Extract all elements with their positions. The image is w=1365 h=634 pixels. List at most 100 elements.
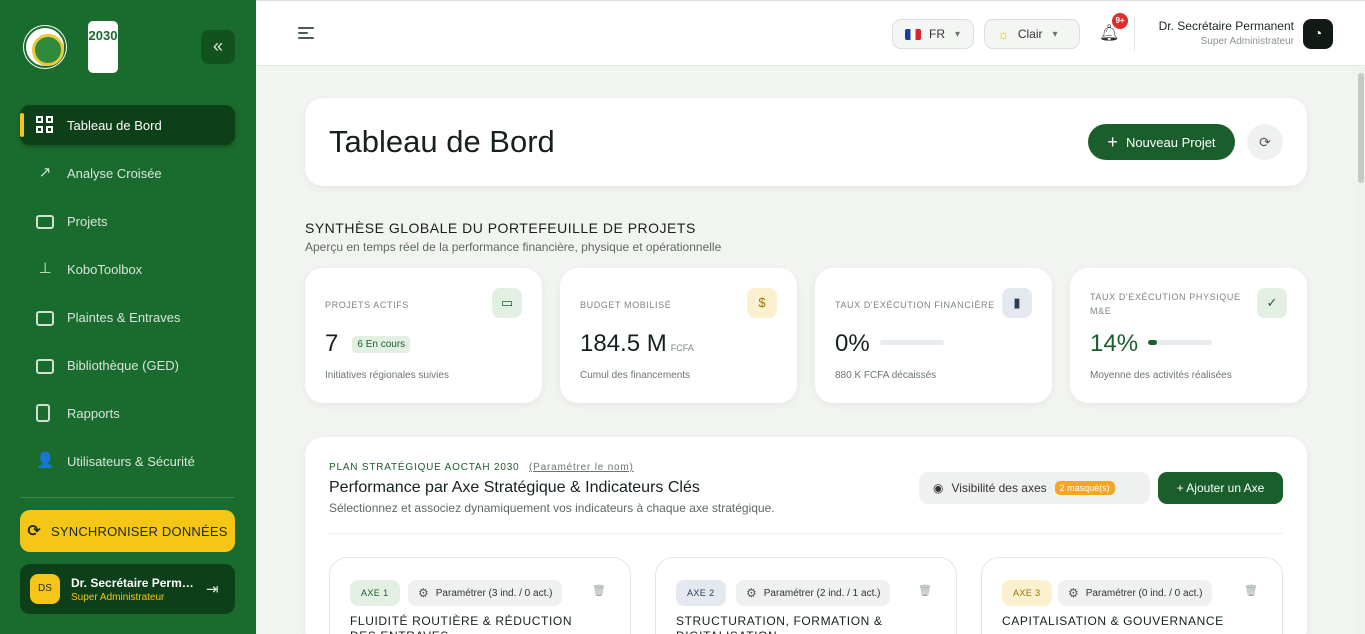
axis-settings-label: Paramétrer (3 ind. / 0 act.) [435,587,553,599]
logo-text: 2030 [88,28,118,43]
sidebar-item-label: Rapports [67,405,120,421]
language-value: FR [929,27,945,41]
sidebar-item-label: Bibliothèque (GED) [67,357,179,373]
eye-icon: ◉ [933,481,944,495]
axis-title: FLUIDITÉ ROUTIÈRE & RÉDUCTION DES ENTRAV… [350,614,573,634]
sidebar-item-label: Analyse Croisée [67,165,162,181]
page-title: Tableau de Bord [329,124,555,159]
sidebar-divider [20,497,235,498]
briefcase-icon [36,215,54,229]
chevron-down-icon: ▾ [1052,28,1058,40]
sync-data-button[interactable]: ⟳ SYNCHRONISER DONNÉES [20,510,235,552]
new-project-button[interactable]: + Nouveau Projet [1088,124,1235,160]
visibility-label: Visibilité des axes [951,481,1047,495]
progress-bar [879,340,944,345]
axis-settings-button[interactable]: ⚙ Paramétrer (0 ind. / 0 act.) [1058,580,1213,606]
rename-plan-link[interactable]: (Paramétrer le nom) [529,462,634,473]
axis-card-3: AXE 3 ⚙ Paramétrer (0 ind. / 0 act.) 🗑 C… [981,557,1283,634]
france-flag-icon [905,28,921,40]
axis-settings-button[interactable]: ⚙ Paramétrer (2 ind. / 1 act.) [736,580,891,606]
kpi-card-execution-financiere: TAUX D'EXÉCUTION FINANCIÈRE ▮ 0% 880 K F… [815,268,1052,403]
axis-title: CAPITALISATION & GOUVERNANCE [1002,614,1224,628]
user-avatar-icon[interactable]: ◔ [1303,19,1333,49]
sync-icon: ⟳ [27,523,41,540]
axes-section: PLAN STRATÉGIQUE AOCTAH 2030 (Paramétrer… [305,437,1307,634]
user-role: Super Administrateur [71,591,165,603]
sidebar-item-rapports[interactable]: Rapports [20,393,235,433]
theme-select[interactable]: ☼ Clair ▾ [984,19,1080,49]
axis-settings-label: Paramétrer (0 ind. / 0 act.) [1085,587,1203,599]
kpi-label: BUDGET MOBILISÉ [580,300,672,310]
axis-card-1: AXE 1 ⚙ Paramétrer (3 ind. / 0 act.) 🗑 F… [329,557,631,634]
status-badge: 6 En cours [352,336,411,353]
sidebar-item-utilisateurs[interactable]: 👤 Utilisateurs & Sécurité [20,441,235,481]
refresh-button[interactable]: ⟳ [1247,124,1283,160]
sidebar-item-kobotoolbox[interactable]: ⊥ KoboToolbox [20,249,235,289]
kpi-value: 184.5 M [580,330,667,357]
sidebar-item-analyse[interactable]: ↗ Analyse Croisée [20,153,235,193]
axes-visibility-button[interactable]: ◉ Visibilité des axes 2 masqué(s) [919,472,1150,504]
book-icon [36,358,54,374]
kpi-note: Initiatives régionales suivies [325,370,449,381]
plan-label: PLAN STRATÉGIQUE AOCTAH 2030 (Paramétrer… [329,462,634,473]
kpi-value: 0% [835,330,870,357]
sidebar-item-bibliotheque[interactable]: Bibliothèque (GED) [20,345,235,385]
sidebar-item-label: KoboToolbox [67,261,143,277]
axis-tag: AXE 3 [1002,580,1052,606]
language-select[interactable]: FR ▾ [892,19,974,49]
trash-icon[interactable]: 🗑 [592,584,606,597]
gear-icon: ⚙ [1068,586,1079,600]
axes-subtitle: Sélectionnez et associez dynamiquement v… [329,501,775,515]
add-axis-button[interactable]: + Ajouter un Axe [1158,472,1283,504]
kpi-value: 7 [325,330,339,357]
page-header-card: Tableau de Bord + Nouveau Projet ⟳ [305,98,1307,186]
aoctah-2030-logo: 2030 [88,21,118,73]
refresh-icon: ⟳ [1259,134,1271,150]
sidebar-item-projets[interactable]: Projets [20,201,235,241]
sidebar-item-dashboard[interactable]: Tableau de Bord [20,105,235,145]
topbar-user[interactable]: Dr. Secrétaire Permanent Super Administr… [1134,19,1294,47]
briefcase-icon: ▭ [492,288,522,318]
new-project-label: Nouveau Projet [1125,134,1216,150]
gear-icon: ⚙ [746,586,757,600]
sidebar-item-plaintes[interactable]: Plaintes & Entraves [20,297,235,337]
axis-settings-button[interactable]: ⚙ Paramétrer (3 ind. / 0 act.) [408,580,563,606]
kpi-unit: FCFA [670,343,694,353]
logout-icon[interactable]: ⇥ [206,580,219,598]
dollar-icon: $ [747,288,777,318]
topbar: FR ▾ ☼ Clair ▾ 🔔︎ 9+ Dr. Secrétaire Perm… [256,0,1365,66]
kpi-note: Moyenne des activités réalisées [1090,370,1232,381]
dashboard-grid-icon [36,116,54,134]
collapse-sidebar-button[interactable]: « [201,30,235,64]
plan-name: PLAN STRATÉGIQUE AOCTAH 2030 [329,462,520,473]
kpi-label: TAUX D'EXÉCUTION FINANCIÈRE [835,300,995,310]
map-icon [36,310,54,326]
users-icon: 👤 [36,452,55,469]
trash-icon[interactable]: 🗑 [918,584,932,597]
sidebar-item-label: Projets [67,213,108,229]
kpi-card-budget: BUDGET MOBILISÉ $ 184.5 M FCFA Cumul des… [560,268,797,403]
axis-title: STRUCTURATION, FORMATION & DIGITALISATIO… [676,614,883,634]
axis-tag: AXE 2 [676,580,726,606]
sidebar-user-card: DS Dr. Secrétaire Permanent Super Admini… [20,564,235,614]
trash-icon[interactable]: 🗑 [1244,584,1258,597]
kpi-label: TAUX D'EXÉCUTION PHYSIQUE M&E [1090,292,1241,316]
chevron-down-icon: ▾ [955,28,961,40]
menu-icon[interactable] [298,27,314,39]
gear-icon: ⚙ [418,586,429,600]
kpi-card-execution-physique: TAUX D'EXÉCUTION PHYSIQUE M&E ✓ 14% Moye… [1070,268,1307,403]
theme-value: Clair [1017,27,1043,41]
kpi-value: 14% [1090,330,1139,357]
hidden-count-badge: 2 masqué(s) [1054,481,1115,495]
topbar-user-name: Dr. Secrétaire Permanent [1158,19,1294,33]
scrollbar[interactable] [1357,67,1365,634]
sidebar-item-label: Tableau de Bord [67,117,162,133]
axes-title: Performance par Axe Stratégique & Indica… [329,479,700,496]
user-name: Dr. Secrétaire Permanent [71,575,196,590]
check-circle-icon: ✓ [1257,288,1287,318]
sidebar: 2030 « Tableau de Bord ↗ Analyse Croisée… [0,0,256,634]
kpi-label: PROJETS ACTIFS [325,300,409,310]
axis-tag: AXE 1 [350,580,400,606]
synthese-subtitle: Aperçu en temps réel de la performance f… [305,240,722,254]
kobo-icon: ⊥ [38,260,52,277]
